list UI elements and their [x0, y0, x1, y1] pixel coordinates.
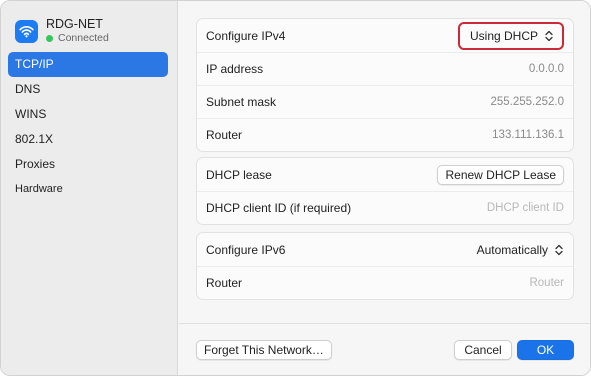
- sidebar-nav: TCP/IP DNS WINS 802.1X Proxies Hardware: [8, 52, 168, 194]
- configure-ipv6-value: Automatically: [476, 242, 548, 257]
- dhcp-lease-row: DHCP lease Renew DHCP Lease: [197, 158, 573, 191]
- connection-status-label: Connected: [58, 32, 109, 44]
- ipv6-group: Configure IPv6 Automatically Router Rout…: [196, 232, 574, 300]
- ip-address-value: 0.0.0.0: [528, 63, 564, 75]
- renew-dhcp-lease-button[interactable]: Renew DHCP Lease: [437, 164, 564, 185]
- network-name: RDG-NET: [46, 17, 103, 31]
- ipv6-router-field[interactable]: Router: [529, 277, 564, 289]
- wifi-icon: [15, 19, 38, 43]
- ip-address-label: IP address: [206, 62, 264, 76]
- configure-ipv4-row: Configure IPv4 Using DHCP: [197, 19, 573, 52]
- configure-ipv4-value: Using DHCP: [469, 28, 538, 43]
- chevron-up-down-icon: [543, 29, 554, 43]
- connection-status: Connected: [46, 31, 109, 45]
- network-settings-window: RDG-NET Connected TCP/IP DNS WINS 802.1X…: [0, 0, 591, 376]
- status-dot-icon: [46, 34, 53, 42]
- sidebar: RDG-NET Connected TCP/IP DNS WINS 802.1X…: [1, 1, 178, 375]
- sidebar-item-dns[interactable]: DNS: [8, 77, 168, 102]
- sidebar-item-proxies[interactable]: Proxies: [8, 152, 168, 177]
- ok-button[interactable]: OK: [517, 340, 574, 360]
- sidebar-item-wins[interactable]: WINS: [8, 102, 168, 127]
- subnet-mask-row: Subnet mask 255.255.252.0: [197, 85, 573, 118]
- subnet-mask-value: 255.255.252.0: [490, 96, 564, 108]
- configure-ipv4-popup[interactable]: Using DHCP: [457, 21, 564, 50]
- dhcp-client-id-label: DHCP client ID (if required): [206, 201, 352, 215]
- forget-network-button[interactable]: Forget This Network…: [196, 340, 332, 360]
- sidebar-item-tcpip[interactable]: TCP/IP: [8, 52, 168, 77]
- dhcp-client-id-row: DHCP client ID (if required) DHCP client…: [197, 191, 573, 224]
- ipv6-router-label: Router: [206, 276, 243, 290]
- ip-address-row: IP address 0.0.0.0: [197, 52, 573, 85]
- router-label: Router: [206, 128, 243, 142]
- dhcp-client-id-field[interactable]: DHCP client ID: [487, 202, 564, 214]
- router-row: Router 133.111.136.1: [197, 118, 573, 151]
- ipv6-router-row: Router Router: [197, 266, 573, 299]
- dhcp-group: DHCP lease Renew DHCP Lease DHCP client …: [196, 157, 574, 225]
- chevron-up-down-icon: [553, 243, 564, 257]
- configure-ipv6-row: Configure IPv6 Automatically: [197, 233, 573, 266]
- dhcp-lease-label: DHCP lease: [206, 167, 272, 182]
- configure-ipv4-label: Configure IPv4: [206, 28, 286, 43]
- configure-ipv6-label: Configure IPv6: [206, 242, 286, 257]
- configure-ipv6-popup[interactable]: Automatically: [469, 239, 564, 261]
- router-value: 133.111.136.1: [492, 129, 564, 141]
- main-panel: Configure IPv4 Using DHCP IP address 0.0…: [179, 1, 590, 375]
- ipv4-group: Configure IPv4 Using DHCP IP address 0.0…: [196, 18, 574, 152]
- network-header: RDG-NET Connected: [15, 17, 109, 45]
- cancel-button[interactable]: Cancel: [454, 340, 512, 360]
- footer-divider: [179, 323, 590, 324]
- sidebar-item-8021x[interactable]: 802.1X: [8, 127, 168, 152]
- sidebar-item-hardware[interactable]: Hardware: [8, 177, 168, 194]
- subnet-mask-label: Subnet mask: [206, 95, 277, 109]
